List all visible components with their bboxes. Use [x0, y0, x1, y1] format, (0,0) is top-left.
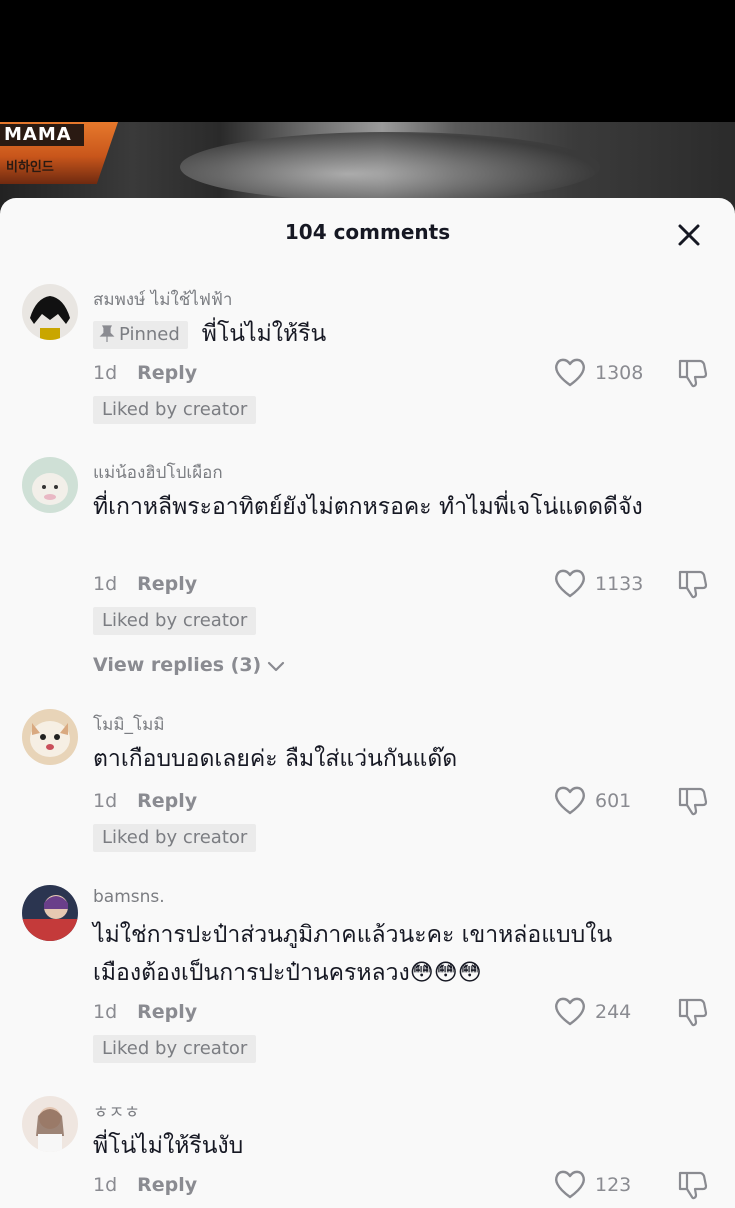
liked-by-creator-badge: Liked by creator — [93, 824, 257, 852]
dislike-button[interactable] — [676, 784, 710, 818]
liked-by-creator-badge: Liked by creator — [93, 396, 257, 424]
heart-icon — [555, 1170, 585, 1199]
like-button[interactable]: 1133 — [553, 567, 663, 601]
comment-text: Pinned พี่โน่ไม่ให้รีน — [93, 315, 653, 353]
avatar-image — [22, 1096, 78, 1152]
top-black-bar — [0, 0, 735, 122]
comment-count-title: 104 comments — [284, 220, 451, 244]
logo-text: MAMA — [0, 124, 84, 146]
comment-body: ที่เกาหลีพระอาทิตย์ยังไม่ตกหรอคะ ทำไมพี่… — [93, 494, 643, 520]
avatar[interactable] — [22, 284, 78, 340]
comment-time: 1d — [93, 1174, 118, 1196]
comment-time: 1d — [93, 1001, 118, 1023]
liked-by-creator-badge: Liked by creator — [93, 607, 257, 635]
avatar[interactable] — [22, 885, 78, 941]
dislike-button[interactable] — [676, 567, 710, 601]
reply-button[interactable]: Reply — [137, 573, 197, 595]
like-count: 244 — [595, 1001, 632, 1023]
like-button[interactable]: 601 — [553, 784, 663, 818]
pin-icon — [99, 324, 115, 342]
dislike-button[interactable] — [676, 356, 710, 390]
thumbs-down-icon — [678, 998, 708, 1027]
close-button[interactable] — [672, 218, 706, 252]
view-replies-button[interactable]: View replies (3) — [93, 654, 285, 676]
close-icon — [678, 224, 700, 246]
video-frame-image — [180, 132, 600, 202]
heart-icon — [555, 997, 585, 1026]
avatar[interactable] — [22, 457, 78, 513]
reply-button[interactable]: Reply — [137, 362, 197, 384]
heart-icon — [555, 569, 585, 598]
view-replies-label: View replies (3) — [93, 654, 262, 676]
comment-body: ตาเกือบบอดเลยค่ะ ลืมใส่แว่นกันแด๊ด — [93, 746, 458, 772]
comment-body: ไม่ใช่การปะป๋าส่วนภูมิภาคแล้วนะคะ เขาหล่… — [93, 922, 613, 986]
thumbs-down-icon — [678, 570, 708, 599]
avatar-image — [22, 709, 78, 765]
mama-logo: MAMA 비하인드 — [0, 122, 118, 184]
like-count: 1133 — [595, 573, 644, 595]
thumbs-down-icon — [678, 359, 708, 388]
comment-meta: 1d Reply — [93, 1174, 197, 1196]
avatar-image — [22, 885, 78, 941]
comment-time: 1d — [93, 573, 118, 595]
heart-icon — [555, 358, 585, 387]
pinned-label: Pinned — [119, 323, 180, 345]
thumbs-down-icon — [678, 787, 708, 816]
avatar-image — [22, 457, 78, 513]
comment-meta: 1d Reply — [93, 362, 197, 384]
comment-meta: 1d Reply — [93, 790, 197, 812]
dislike-button[interactable] — [676, 995, 710, 1029]
comment-username[interactable]: bamsns. — [93, 887, 165, 907]
comments-sheet: 104 comments สมพงษ์ ไม่ใช้ไฟฟ้า Pinned พี… — [0, 198, 735, 1208]
comment-body: พี่โน่ไม่ให้รีนงับ — [93, 1133, 244, 1159]
comment-username[interactable]: ㅎㅈㅎ — [93, 1098, 140, 1123]
comment-meta: 1d Reply — [93, 573, 197, 595]
like-button[interactable]: 244 — [553, 995, 663, 1029]
reply-button[interactable]: Reply — [137, 790, 197, 812]
thumbs-down-icon — [678, 1171, 708, 1200]
like-count: 123 — [595, 1174, 632, 1196]
avatar[interactable] — [22, 1096, 78, 1152]
dislike-button[interactable] — [676, 1168, 710, 1202]
liked-by-creator-badge: Liked by creator — [93, 1035, 257, 1063]
comments-header: 104 comments — [0, 198, 735, 268]
like-button[interactable]: 1308 — [553, 356, 663, 390]
like-button[interactable]: 123 — [553, 1168, 663, 1202]
heart-icon — [555, 786, 585, 815]
chevron-down-icon — [268, 661, 285, 672]
comment-username[interactable]: สมพงษ์ ไม่ใช้ไฟฟ้า — [93, 286, 232, 313]
reply-button[interactable]: Reply — [137, 1001, 197, 1023]
reply-button[interactable]: Reply — [137, 1174, 197, 1196]
pinned-badge: Pinned — [93, 320, 188, 349]
comment-time: 1d — [93, 790, 118, 812]
comment-time: 1d — [93, 362, 118, 384]
comment-meta: 1d Reply — [93, 1001, 197, 1023]
comment-body: พี่โน่ไม่ให้รีน — [201, 321, 327, 347]
like-count: 1308 — [595, 362, 644, 384]
avatar[interactable] — [22, 709, 78, 765]
logo-subtext: 비하인드 — [6, 160, 54, 175]
comment-username[interactable]: แม่น้องฮิปโปเผือก — [93, 459, 223, 486]
like-count: 601 — [595, 790, 632, 812]
avatar-image — [22, 284, 78, 340]
comment-username[interactable]: โมมิ_โมมิ — [93, 711, 165, 738]
